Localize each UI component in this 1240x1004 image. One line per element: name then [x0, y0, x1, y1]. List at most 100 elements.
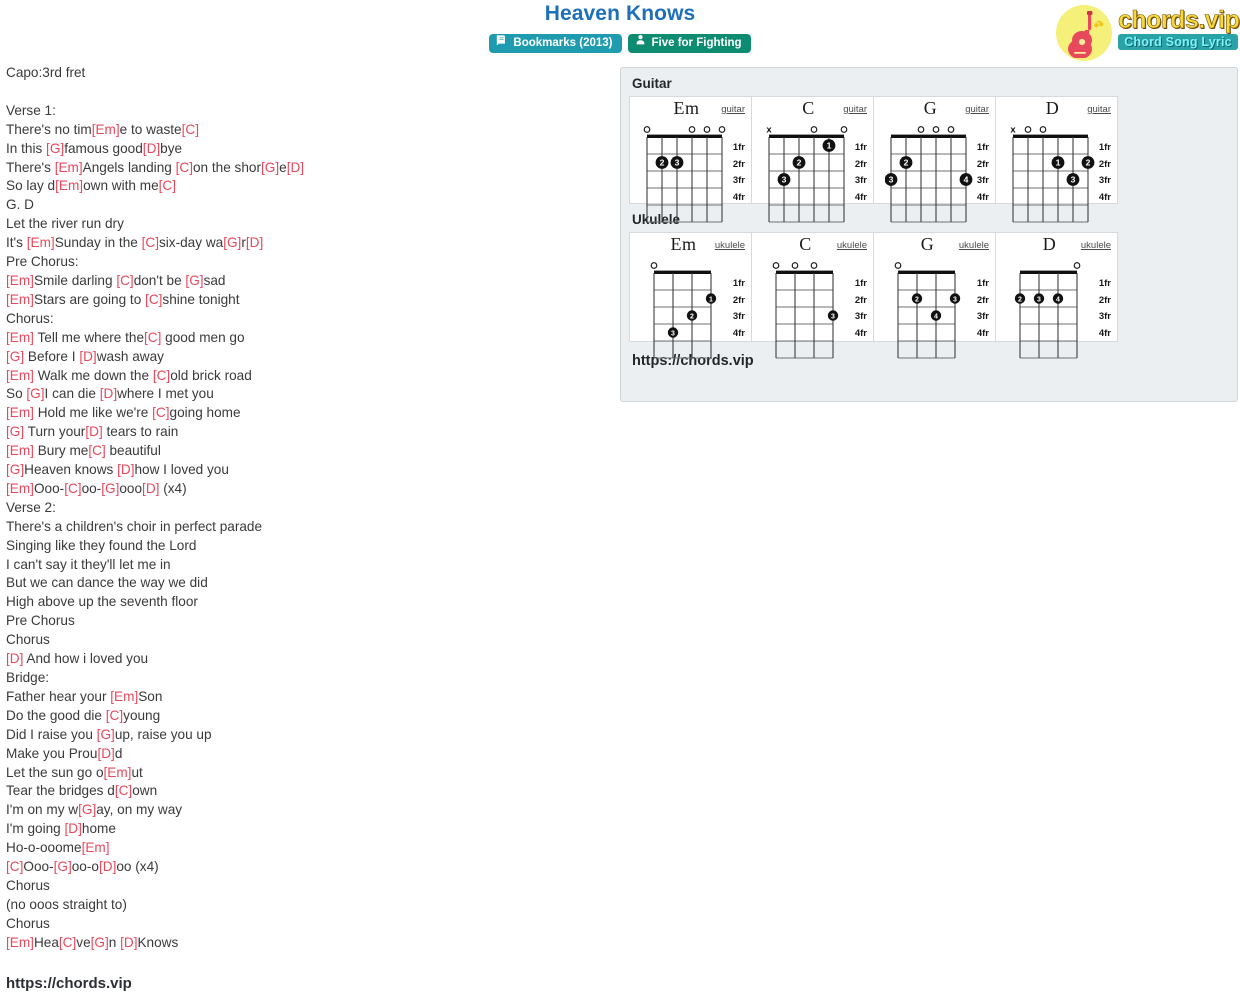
chord-token[interactable]: [G]	[97, 727, 115, 742]
chord-token[interactable]: [G]	[91, 935, 109, 950]
chord-diagram-D-guitar[interactable]: Dguitar x 1 2 3 1fr 2fr 3fr 4fr	[995, 96, 1118, 223]
lyric-line: It's [Em]Sunday in the [C]six-day wa[G]r…	[6, 234, 606, 253]
chord-token[interactable]: [D]	[6, 651, 23, 666]
chord-token[interactable]: [G]	[185, 273, 203, 288]
chord-token[interactable]: [C]	[182, 122, 199, 137]
chord-diagram-C-guitar[interactable]: Cguitar x 1 2 3 1fr 2fr 3fr 4fr	[751, 96, 874, 223]
bookmarks-badge-label: Bookmarks (2013)	[513, 37, 613, 49]
fret-label: 3fr	[732, 311, 745, 322]
lyric-text: Let the sun go o	[6, 764, 104, 780]
chord-token[interactable]: [C]	[6, 859, 23, 874]
chord-token[interactable]: [D]	[117, 462, 134, 477]
chord-token[interactable]: [Em]	[6, 292, 34, 307]
svg-text:1: 1	[1056, 158, 1061, 168]
fret-label: 3fr	[1098, 175, 1111, 186]
chord-diagram-D-ukulele[interactable]: Dukulele 2 3 4 1fr 2fr 3fr 4fr	[995, 232, 1118, 359]
lyric-line: [Em] Hold me like we're [C]going home	[6, 404, 606, 423]
chord-token[interactable]: [Em]	[104, 765, 132, 780]
chord-token[interactable]: [Em]	[6, 368, 34, 383]
chord-token[interactable]: [C]	[152, 405, 169, 420]
chord-token[interactable]: [D]	[143, 141, 160, 156]
chord-token[interactable]: [C]	[159, 178, 176, 193]
lyric-text: Walk me down the	[33, 367, 153, 383]
chord-token[interactable]: [Em]	[6, 405, 34, 420]
chord-token[interactable]: [C]	[106, 708, 123, 723]
lyric-line: Pre Chorus:	[6, 253, 606, 272]
lyric-line: (no ooos straight to)	[6, 896, 606, 915]
chord-token[interactable]: [D]	[99, 859, 116, 874]
bookmarks-badge[interactable]: Bookmarks (2013)	[489, 34, 622, 53]
chord-token[interactable]: [C]	[153, 368, 170, 383]
chord-token[interactable]: [Em]	[82, 840, 110, 855]
chord-token[interactable]: [Em]	[27, 235, 55, 250]
chord-token[interactable]: [C]	[115, 783, 132, 798]
lyric-line: So [G]I can die [D]where I met you	[6, 385, 606, 404]
lyric-text: how I loved you	[134, 462, 229, 478]
chord-token[interactable]: [D]	[120, 935, 137, 950]
chord-diagram-Em-guitar[interactable]: Em guitar 2 3 1fr 2fr 3fr 4fr	[629, 96, 752, 223]
chord-token[interactable]: [Em]	[6, 273, 34, 288]
lyric-line: [G] Turn your[D] tears to rain	[6, 423, 606, 442]
lyric-text: Tell me where the	[33, 329, 145, 345]
chord-diagram-C-ukulele[interactable]: Cukulele 3 1fr 2fr 3fr 4fr	[751, 232, 874, 359]
chord-token[interactable]: [Em]	[6, 935, 34, 950]
lyric-text: ut	[131, 764, 143, 780]
artist-badge[interactable]: Five for Fighting	[627, 33, 751, 53]
lyric-line: Make you Prou[D]d	[6, 745, 606, 764]
lyric-line: [C]Ooo-[G]oo-o[D]oo (x4)	[6, 858, 606, 877]
fret-label: 3fr	[1098, 311, 1111, 322]
chord-token[interactable]: [G]	[6, 424, 24, 439]
user-icon	[635, 33, 646, 52]
lyric-text: home	[81, 821, 116, 837]
chord-token[interactable]: [G]	[26, 386, 44, 401]
lyric-text: on the shor	[192, 159, 261, 175]
chord-token[interactable]: [D]	[100, 386, 117, 401]
chord-token[interactable]: [Em]	[110, 689, 138, 704]
logo-sub-text: Chord Song Lyric	[1118, 34, 1238, 50]
song-page: Hea ve n Knows Bookmarks (2013) Five for F…	[0, 0, 1240, 1004]
instrument-label: guitar	[965, 104, 989, 115]
chord-token[interactable]: [Em]	[55, 178, 83, 193]
chord-token[interactable]: [D]	[85, 424, 102, 439]
chord-token[interactable]: [D]	[97, 746, 114, 761]
lyric-text: Capo:3rd fret	[6, 65, 86, 80]
chord-token[interactable]: [G]	[6, 349, 24, 364]
lyric-line: [Em] Bury me[C] beautiful	[6, 442, 606, 461]
lyric-line: Singing like they found the Lord	[6, 537, 606, 556]
chord-token[interactable]: [C]	[88, 443, 105, 458]
chord-token[interactable]: [G]	[78, 802, 96, 817]
chord-token[interactable]: [G]	[261, 160, 279, 175]
chord-token[interactable]: [C]	[144, 330, 161, 345]
chord-token[interactable]: [C]	[176, 160, 193, 175]
chord-token[interactable]: [D]	[142, 481, 159, 496]
lyric-line: I'm going [D]home	[6, 820, 606, 839]
chord-token[interactable]: [C]	[59, 935, 76, 950]
chord-token[interactable]: [Em]	[6, 330, 34, 345]
chord-token[interactable]: [C]	[116, 273, 133, 288]
chord-token[interactable]: [G]	[6, 462, 24, 477]
chord-token[interactable]: [D]	[287, 160, 304, 175]
fret-label: 3fr	[976, 175, 989, 186]
chord-token[interactable]: [D]	[65, 821, 82, 836]
chord-diagram-G-guitar[interactable]: Gguitar 2 3 4 1fr 2fr 3fr 4fr	[873, 96, 996, 223]
chord-token[interactable]: [Em]	[92, 122, 120, 137]
footer-url[interactable]: https://chords.vip	[6, 975, 132, 992]
lyric-text: Sunday in the	[54, 235, 142, 251]
chord-token[interactable]: [C]	[64, 481, 81, 496]
lyric-line: Verse 2:	[6, 499, 606, 518]
chord-diagram-G-ukulele[interactable]: Gukulele 2 3 4 1fr 2fr 3fr 4fr	[873, 232, 996, 359]
chord-token[interactable]: [Em]	[6, 443, 34, 458]
chord-token[interactable]: [G]	[101, 481, 119, 496]
chord-token[interactable]: [Em]	[6, 481, 34, 496]
chord-diagram-Em-ukulele[interactable]: Em ukulele 1 2 3 1fr 2fr 3fr 4fr	[629, 232, 752, 359]
chord-token[interactable]: [C]	[145, 292, 162, 307]
chord-token[interactable]: [G]	[46, 141, 64, 156]
lyric-text: wash away	[96, 348, 164, 364]
chord-token[interactable]: [C]	[142, 235, 159, 250]
chord-token[interactable]: [D]	[246, 235, 263, 250]
chord-token[interactable]: [D]	[79, 349, 96, 364]
site-logo[interactable]: chords.vip Chord Song Lyric	[1050, 2, 1240, 62]
chord-token[interactable]: [Em]	[55, 160, 83, 175]
chord-token[interactable]: [G]	[54, 859, 72, 874]
chord-token[interactable]: [G]	[223, 235, 241, 250]
